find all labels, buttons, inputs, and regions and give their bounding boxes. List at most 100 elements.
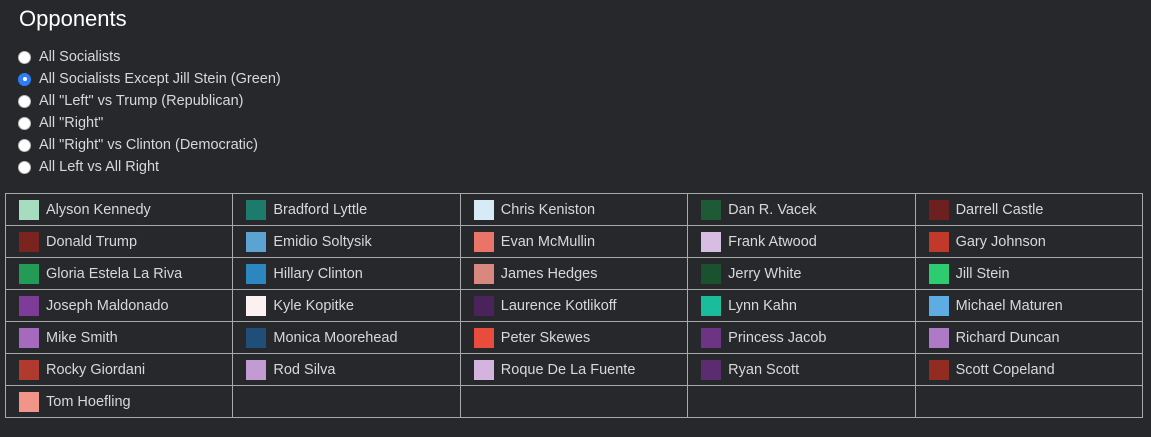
candidate-cell: Gloria Estela La Riva bbox=[4, 257, 234, 290]
candidate-cell: Rod Silva bbox=[232, 353, 461, 386]
candidate-name: Evan McMullin bbox=[500, 233, 596, 250]
candidate-name: Chris Keniston bbox=[500, 201, 596, 218]
candidate-cell: Ryan Scott bbox=[687, 353, 916, 386]
option-all-socialists[interactable]: All Socialists bbox=[18, 46, 281, 68]
candidate-name: Richard Duncan bbox=[955, 329, 1060, 346]
candidate-name: Hillary Clinton bbox=[273, 265, 363, 282]
table-row: Mike Smith Monica Moorehead Peter Skewes Pr… bbox=[4, 321, 1144, 354]
opponents-options: All Socialists All Socialists Except Jil… bbox=[18, 46, 281, 178]
option-label: All "Right" vs Clinton (Democratic) bbox=[39, 137, 258, 153]
candidate-entry: Richard Duncan bbox=[928, 327, 1142, 348]
candidate-name: Rod Silva bbox=[273, 361, 336, 378]
table-row: Donald Trump Emidio Soltysik Evan McMullin… bbox=[4, 225, 1144, 258]
color-swatch bbox=[473, 295, 494, 316]
candidate-name: Kyle Kopitke bbox=[273, 297, 354, 314]
candidate-cell: Rocky Giordani bbox=[4, 353, 234, 386]
radio-button[interactable] bbox=[18, 50, 31, 64]
candidate-cell: Jill Stein bbox=[914, 257, 1144, 290]
candidate-cell: Scott Copeland bbox=[914, 353, 1144, 386]
candidate-entry: Peter Skewes bbox=[473, 327, 687, 348]
color-swatch bbox=[701, 295, 722, 316]
candidate-cell: Roque De La Fuente bbox=[459, 353, 689, 386]
candidate-entry: Ryan Scott bbox=[701, 359, 914, 380]
empty-cell bbox=[687, 385, 916, 418]
candidate-cell: Mike Smith bbox=[4, 321, 234, 354]
candidate-name: Jerry White bbox=[728, 265, 802, 282]
radio-button[interactable] bbox=[18, 138, 31, 152]
candidate-name: Ryan Scott bbox=[728, 361, 800, 378]
color-swatch bbox=[473, 199, 494, 220]
option-label: All "Left" vs Trump (Republican) bbox=[39, 93, 244, 109]
table-row: Tom Hoefling bbox=[4, 385, 1144, 418]
candidate-name: Alyson Kennedy bbox=[46, 201, 151, 218]
color-swatch bbox=[928, 263, 949, 284]
candidate-entry: Gary Johnson bbox=[928, 231, 1142, 252]
candidate-name: Emidio Soltysik bbox=[273, 233, 372, 250]
candidate-entry: Hillary Clinton bbox=[246, 263, 459, 284]
color-swatch bbox=[246, 327, 267, 348]
candidate-cell: Emidio Soltysik bbox=[232, 225, 461, 258]
color-swatch bbox=[701, 231, 722, 252]
candidate-name: Michael Maturen bbox=[955, 297, 1063, 314]
color-swatch bbox=[246, 231, 267, 252]
candidate-entry: Donald Trump bbox=[19, 231, 232, 252]
option-label: All Socialists Except Jill Stein (Green) bbox=[39, 71, 281, 87]
color-swatch bbox=[473, 263, 494, 284]
candidate-name: James Hedges bbox=[500, 265, 598, 282]
candidate-name: Gary Johnson bbox=[955, 233, 1046, 250]
radio-button[interactable] bbox=[18, 72, 31, 86]
option-all-right[interactable]: All "Right" bbox=[18, 112, 281, 134]
color-swatch bbox=[246, 295, 267, 316]
candidate-name: Jill Stein bbox=[955, 265, 1010, 282]
candidate-entry: Roque De La Fuente bbox=[473, 359, 687, 380]
candidate-name: Gloria Estela La Riva bbox=[46, 265, 183, 282]
candidate-entry: Dan R. Vacek bbox=[701, 199, 914, 220]
candidate-name: Laurence Kotlikoff bbox=[500, 297, 617, 314]
color-swatch bbox=[19, 359, 39, 380]
option-label: All Socialists bbox=[39, 49, 121, 65]
candidate-name: Darrell Castle bbox=[955, 201, 1044, 218]
candidate-cell: Princess Jacob bbox=[687, 321, 916, 354]
candidate-cell: Bradford Lyttle bbox=[232, 193, 461, 226]
color-swatch bbox=[928, 327, 949, 348]
option-all-right-vs-clinton[interactable]: All "Right" vs Clinton (Democratic) bbox=[18, 134, 281, 156]
radio-button[interactable] bbox=[18, 116, 31, 130]
color-swatch bbox=[19, 263, 39, 284]
candidate-name: Lynn Kahn bbox=[728, 297, 797, 314]
candidate-name: Princess Jacob bbox=[728, 329, 827, 346]
candidate-entry: Kyle Kopitke bbox=[246, 295, 459, 316]
candidate-cell: Jerry White bbox=[687, 257, 916, 290]
candidate-cell: James Hedges bbox=[459, 257, 689, 290]
candidate-entry: Laurence Kotlikoff bbox=[473, 295, 687, 316]
candidate-entry: Frank Atwood bbox=[701, 231, 914, 252]
candidate-cell: Darrell Castle bbox=[914, 193, 1144, 226]
candidate-entry: Chris Keniston bbox=[473, 199, 687, 220]
radio-button[interactable] bbox=[18, 94, 31, 108]
candidate-cell: Joseph Maldonado bbox=[4, 289, 234, 322]
candidate-name: Dan R. Vacek bbox=[728, 201, 817, 218]
table-row: Rocky Giordani Rod Silva Roque De La Fuent… bbox=[4, 353, 1144, 386]
radio-button[interactable] bbox=[18, 160, 31, 174]
color-swatch bbox=[19, 327, 39, 348]
option-all-socialists-except-jill-stein[interactable]: All Socialists Except Jill Stein (Green) bbox=[18, 68, 281, 90]
candidate-name: Donald Trump bbox=[46, 233, 138, 250]
candidate-entry: Mike Smith bbox=[19, 327, 232, 348]
candidate-cell: Richard Duncan bbox=[914, 321, 1144, 354]
option-all-left-vs-all-right[interactable]: All Left vs All Right bbox=[18, 156, 281, 178]
color-swatch bbox=[246, 199, 267, 220]
candidate-cell: Frank Atwood bbox=[687, 225, 916, 258]
option-all-left-vs-trump[interactable]: All "Left" vs Trump (Republican) bbox=[18, 90, 281, 112]
candidate-legend-table: Alyson Kennedy Bradford Lyttle Chris Kenis… bbox=[4, 193, 1144, 418]
candidate-cell: Gary Johnson bbox=[914, 225, 1144, 258]
color-swatch bbox=[928, 295, 949, 316]
table-row: Alyson Kennedy Bradford Lyttle Chris Kenis… bbox=[4, 193, 1144, 226]
color-swatch bbox=[19, 199, 39, 220]
color-swatch bbox=[701, 359, 722, 380]
candidate-entry: James Hedges bbox=[473, 263, 687, 284]
candidate-name: Bradford Lyttle bbox=[273, 201, 368, 218]
color-swatch bbox=[19, 391, 39, 412]
candidate-entry: Lynn Kahn bbox=[701, 295, 914, 316]
option-label: All Left vs All Right bbox=[39, 159, 160, 175]
empty-cell bbox=[459, 385, 689, 418]
color-swatch bbox=[473, 327, 494, 348]
